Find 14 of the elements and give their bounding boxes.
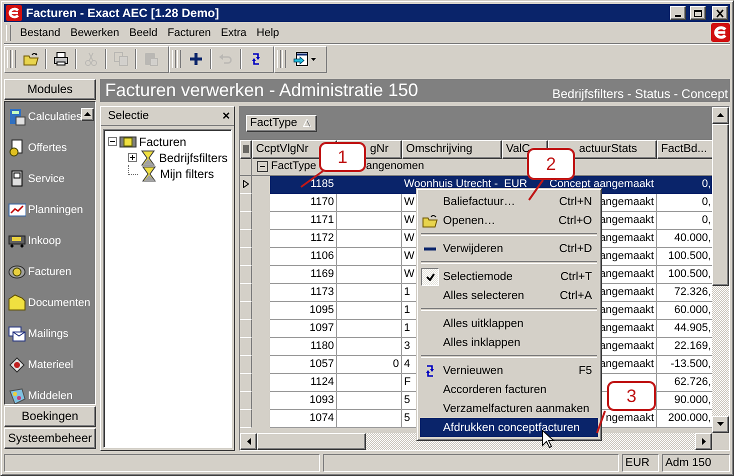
callout-label: 1 <box>319 142 366 172</box>
breadcrumb: Bedrijfsfilters - Status - Concept <box>552 86 728 102</box>
status-field: EUR <box>622 454 660 472</box>
page-title: Facturen verwerken - Administratie 150 <box>105 80 418 101</box>
callout-label: 2 <box>527 148 575 180</box>
table-cell: 1185 <box>270 176 337 194</box>
window-title: Facturen - Exact AEC [1.28 Demo] <box>26 6 220 20</box>
panel-title: Selectie <box>108 110 149 122</box>
group-value: angenomen <box>366 160 424 172</box>
table-cell: 0, <box>657 176 714 194</box>
callout-label: 3 <box>607 381 656 411</box>
table-cell: 1074 <box>270 410 337 428</box>
group-label: FactType <box>271 160 318 172</box>
status-field: Adm 150 <box>662 454 730 472</box>
